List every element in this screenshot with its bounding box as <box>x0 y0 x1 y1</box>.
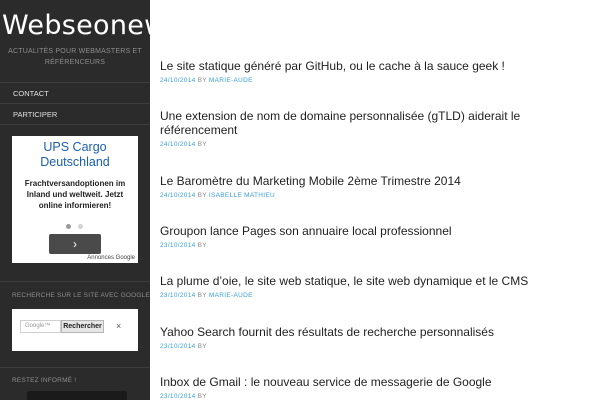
post-meta: 24/10/2014 BY <box>160 141 600 149</box>
post-title[interactable]: Le Baromètre du Marketing Mobile 2ème Tr… <box>160 174 600 188</box>
post-date[interactable]: 24/10/2014 <box>160 192 196 199</box>
ad-dot-active[interactable] <box>66 224 71 229</box>
post-date[interactable]: 24/10/2014 <box>160 141 196 148</box>
sidebar: Webseonews ACTUALITÉS POUR WEBMASTERS ET… <box>0 0 150 400</box>
close-icon[interactable]: × <box>116 320 121 333</box>
site-tagline: ACTUALITÉS POUR WEBMASTERS ET RÉFÉRENCEU… <box>8 48 142 66</box>
post-author[interactable]: MARIE-AUDE <box>209 292 253 299</box>
post-item: Groupon lance Pages son annuaire local p… <box>160 224 600 250</box>
post-meta: 23/10/2014 BY MARIE-AUDE <box>160 292 600 300</box>
search-widget-heading: RECHERCHE SUR LE SITE AVEC GOOGLE <box>12 292 150 299</box>
post-meta: 23/10/2014 BY <box>160 343 600 351</box>
divider <box>0 281 150 282</box>
post-title[interactable]: Une extension de nom de domaine personna… <box>160 109 600 137</box>
search-input[interactable]: Google™ <box>20 320 61 333</box>
ad-label[interactable]: Annonces Google <box>87 255 135 261</box>
nav-item-contact[interactable]: CONTACT <box>0 83 150 104</box>
post-title[interactable]: Le site statique généré par GitHub, ou l… <box>160 59 600 73</box>
post-meta: 23/10/2014 BY <box>160 393 600 400</box>
post-list: Le site statique généré par GitHub, ou l… <box>160 0 600 400</box>
search-button[interactable]: Rechercher <box>61 320 104 333</box>
post-title[interactable]: La plume d’oie, le site web statique, le… <box>160 274 600 288</box>
post-item: Le Baromètre du Marketing Mobile 2ème Tr… <box>160 174 600 200</box>
post-title[interactable]: Yahoo Search fournit des résultats de re… <box>160 325 600 339</box>
ad-dot-inactive[interactable] <box>78 224 83 229</box>
chevron-right-icon: › <box>73 237 77 251</box>
post-by: BY <box>197 141 207 148</box>
post-meta: 24/10/2014 BY MARIE-AUDE <box>160 77 600 85</box>
post-by: BY <box>197 192 207 199</box>
ad-next-button[interactable]: › <box>49 234 101 254</box>
post-item: Inbox de Gmail : le nouveau service de m… <box>160 375 600 400</box>
post-meta: 24/10/2014 BY ISABELLE MATHIEU <box>160 192 600 200</box>
post-by: BY <box>197 77 207 84</box>
post-title[interactable]: Inbox de Gmail : le nouveau service de m… <box>160 375 600 389</box>
post-item: La plume d’oie, le site web statique, le… <box>160 274 600 300</box>
post-author[interactable]: ISABELLE MATHIEU <box>209 192 275 199</box>
post-by: BY <box>197 292 207 299</box>
nav-item-participer[interactable]: PARTICIPER <box>0 104 150 125</box>
post-meta: 23/10/2014 BY <box>160 242 600 250</box>
post-title[interactable]: Groupon lance Pages son annuaire local p… <box>160 224 600 238</box>
ad-title[interactable]: UPS Cargo Deutschland <box>12 140 138 170</box>
post-by: BY <box>197 343 207 350</box>
post-item: Le site statique généré par GitHub, ou l… <box>160 59 600 85</box>
follow-button[interactable] <box>27 391 127 400</box>
follow-widget-heading: RESTEZ INFORMÉ ! <box>12 377 77 384</box>
post-date[interactable]: 23/10/2014 <box>160 343 196 350</box>
divider <box>0 367 150 368</box>
post-date[interactable]: 23/10/2014 <box>160 292 196 299</box>
sidebar-nav: CONTACT PARTICIPER <box>0 82 150 125</box>
search-widget: Google™ Rechercher × <box>12 309 138 351</box>
site-title[interactable]: Webseonews <box>2 10 150 41</box>
post-date[interactable]: 24/10/2014 <box>160 77 196 84</box>
ad-text: Frachtversandoptionen im Inland und welt… <box>24 179 126 210</box>
post-item: Yahoo Search fournit des résultats de re… <box>160 325 600 351</box>
post-item: Une extension de nom de domaine personna… <box>160 109 600 149</box>
post-author[interactable]: MARIE-AUDE <box>209 77 253 84</box>
post-date[interactable]: 23/10/2014 <box>160 393 196 400</box>
post-date[interactable]: 23/10/2014 <box>160 242 196 249</box>
post-by: BY <box>197 393 207 400</box>
ad-pager-dots <box>66 224 90 230</box>
post-by: BY <box>197 242 207 249</box>
ad-box[interactable]: UPS Cargo Deutschland Frachtversandoptio… <box>12 136 138 263</box>
